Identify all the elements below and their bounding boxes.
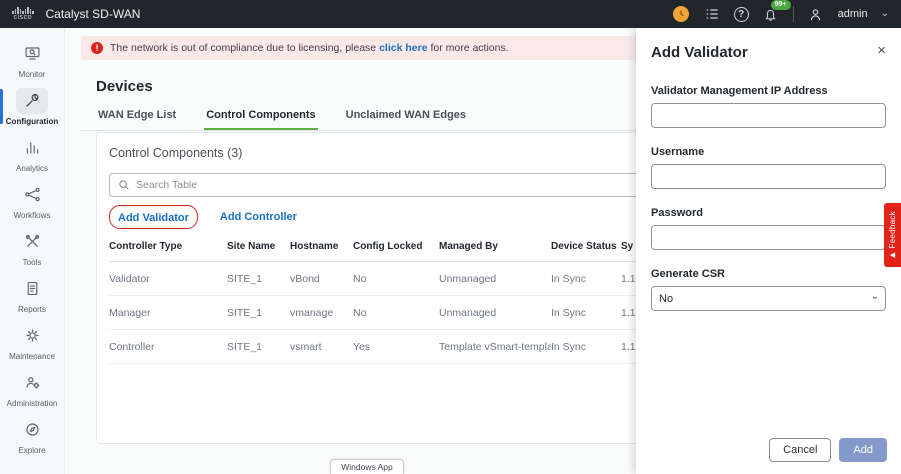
sidebar-item-label: Maintenance	[9, 352, 55, 361]
password-label: Password	[651, 207, 886, 219]
monitor-icon	[16, 41, 48, 67]
sidebar-item-workflows[interactable]: Workflows	[0, 177, 64, 224]
add-validator-button[interactable]: Add Validator	[118, 212, 189, 224]
cell-hostname: vsmart	[290, 341, 353, 353]
tab-control-components[interactable]: Control Components	[204, 105, 317, 130]
cell-device-status: In Sync	[551, 273, 621, 285]
cisco-logo: cisco	[12, 7, 34, 22]
cell-site-name: SITE_1	[227, 341, 290, 353]
help-icon[interactable]: ?	[734, 7, 749, 22]
windows-app-tab[interactable]: Windows App	[330, 459, 404, 474]
sidebar-item-monitor[interactable]: Monitor	[0, 36, 64, 83]
add-controller-button[interactable]: Add Controller	[220, 211, 297, 223]
column-header[interactable]: Controller Type	[109, 241, 227, 252]
feedback-megaphone-icon: ◀	[890, 252, 895, 259]
cell-managed-by: Unmanaged	[439, 273, 551, 285]
sidebar-item-configuration[interactable]: Configuration	[0, 83, 64, 130]
validator-ip-input[interactable]	[651, 103, 886, 128]
cisco-logo-word: cisco	[14, 14, 32, 22]
sidebar-item-label: Reports	[18, 305, 46, 314]
column-header[interactable]: Managed By	[439, 241, 551, 252]
sidebar-item-label: Configuration	[6, 117, 58, 126]
add-validator-panel: Add Validator × Validator Management IP …	[636, 28, 901, 474]
user-avatar-icon[interactable]	[807, 5, 825, 23]
cell-device-status: In Sync	[551, 307, 621, 319]
left-nav-sidebar: Monitor Configuration Analytics Workflow…	[0, 28, 65, 474]
column-header[interactable]: Site Name	[227, 241, 290, 252]
user-menu-chevron-down-icon[interactable]: ⌄	[881, 9, 889, 19]
cell-controller-type: Validator	[109, 273, 227, 285]
alert-click-here-link[interactable]: click here	[379, 42, 427, 54]
add-validator-highlight-ring: Add Validator	[109, 205, 198, 229]
maintenance-icon	[16, 323, 48, 349]
tab-unclaimed-wan-edges[interactable]: Unclaimed WAN Edges	[344, 105, 468, 130]
username-input[interactable]	[651, 164, 886, 189]
sidebar-item-label: Analytics	[16, 164, 48, 173]
cell-controller-type: Manager	[109, 307, 227, 319]
column-header[interactable]: Config Locked	[353, 241, 439, 252]
cell-hostname: vBond	[290, 273, 353, 285]
topbar-divider	[793, 6, 794, 22]
task-list-icon[interactable]	[703, 5, 721, 23]
alert-text-suffix: for more actions.	[428, 42, 509, 54]
cell-controller-type: Controller	[109, 341, 227, 353]
analytics-icon	[16, 135, 48, 161]
app-title: Catalyst SD-WAN	[46, 7, 141, 21]
alert-error-icon: !	[91, 42, 103, 54]
generate-csr-label: Generate CSR	[651, 268, 886, 280]
cancel-button[interactable]: Cancel	[769, 438, 831, 462]
feedback-tab[interactable]: Feedback ◀	[884, 203, 901, 267]
alert-text-prefix: The network is out of compliance due to …	[110, 42, 379, 54]
configuration-icon	[16, 88, 48, 114]
explore-icon	[16, 417, 48, 443]
feedback-label: Feedback	[888, 211, 897, 249]
license-timer-icon[interactable]	[672, 5, 690, 23]
generate-csr-select[interactable]: No	[651, 286, 886, 311]
sidebar-item-administration[interactable]: Administration	[0, 365, 64, 412]
sidebar-item-tools[interactable]: Tools	[0, 224, 64, 271]
cell-site-name: SITE_1	[227, 307, 290, 319]
close-icon[interactable]: ×	[877, 44, 886, 58]
administration-icon	[16, 370, 48, 396]
cell-config-locked: No	[353, 273, 439, 285]
column-header[interactable]: Hostname	[290, 241, 353, 252]
sidebar-item-maintenance[interactable]: Maintenance	[0, 318, 64, 365]
cell-config-locked: Yes	[353, 341, 439, 353]
app-window: cisco Catalyst SD-WAN ? 99+	[0, 0, 901, 474]
alert-text: The network is out of compliance due to …	[110, 42, 509, 54]
sidebar-item-label: Tools	[23, 258, 42, 267]
cell-hostname: vmanage	[290, 307, 353, 319]
reports-icon	[16, 276, 48, 302]
top-bar: cisco Catalyst SD-WAN ? 99+	[0, 0, 901, 28]
user-menu-label[interactable]: admin	[838, 8, 868, 20]
cisco-logo-bars-icon	[12, 7, 34, 14]
validator-ip-label: Validator Management IP Address	[651, 85, 886, 97]
sidebar-item-label: Monitor	[19, 70, 46, 79]
notifications-bell-icon[interactable]: 99+	[762, 5, 780, 23]
cell-managed-by: Template vSmart-template	[439, 341, 551, 353]
sidebar-item-label: Workflows	[14, 211, 51, 220]
sidebar-item-analytics[interactable]: Analytics	[0, 130, 64, 177]
search-icon	[118, 179, 130, 191]
cell-managed-by: Unmanaged	[439, 307, 551, 319]
cell-site-name: SITE_1	[227, 273, 290, 285]
cell-device-status: In Sync	[551, 341, 621, 353]
sidebar-item-reports[interactable]: Reports	[0, 271, 64, 318]
password-input[interactable]	[651, 225, 886, 250]
sidebar-item-label: Administration	[7, 399, 58, 408]
notification-count-badge: 99+	[771, 0, 791, 10]
column-header[interactable]: Device Status	[551, 241, 621, 252]
add-button[interactable]: Add	[839, 438, 887, 462]
sidebar-item-explore[interactable]: Explore	[0, 412, 64, 459]
tab-wan-edge-list[interactable]: WAN Edge List	[96, 105, 178, 130]
workflows-icon	[16, 182, 48, 208]
tools-icon	[16, 229, 48, 255]
cell-config-locked: No	[353, 307, 439, 319]
panel-title: Add Validator	[651, 44, 748, 61]
sidebar-item-label: Explore	[18, 446, 45, 455]
username-label: Username	[651, 146, 886, 158]
